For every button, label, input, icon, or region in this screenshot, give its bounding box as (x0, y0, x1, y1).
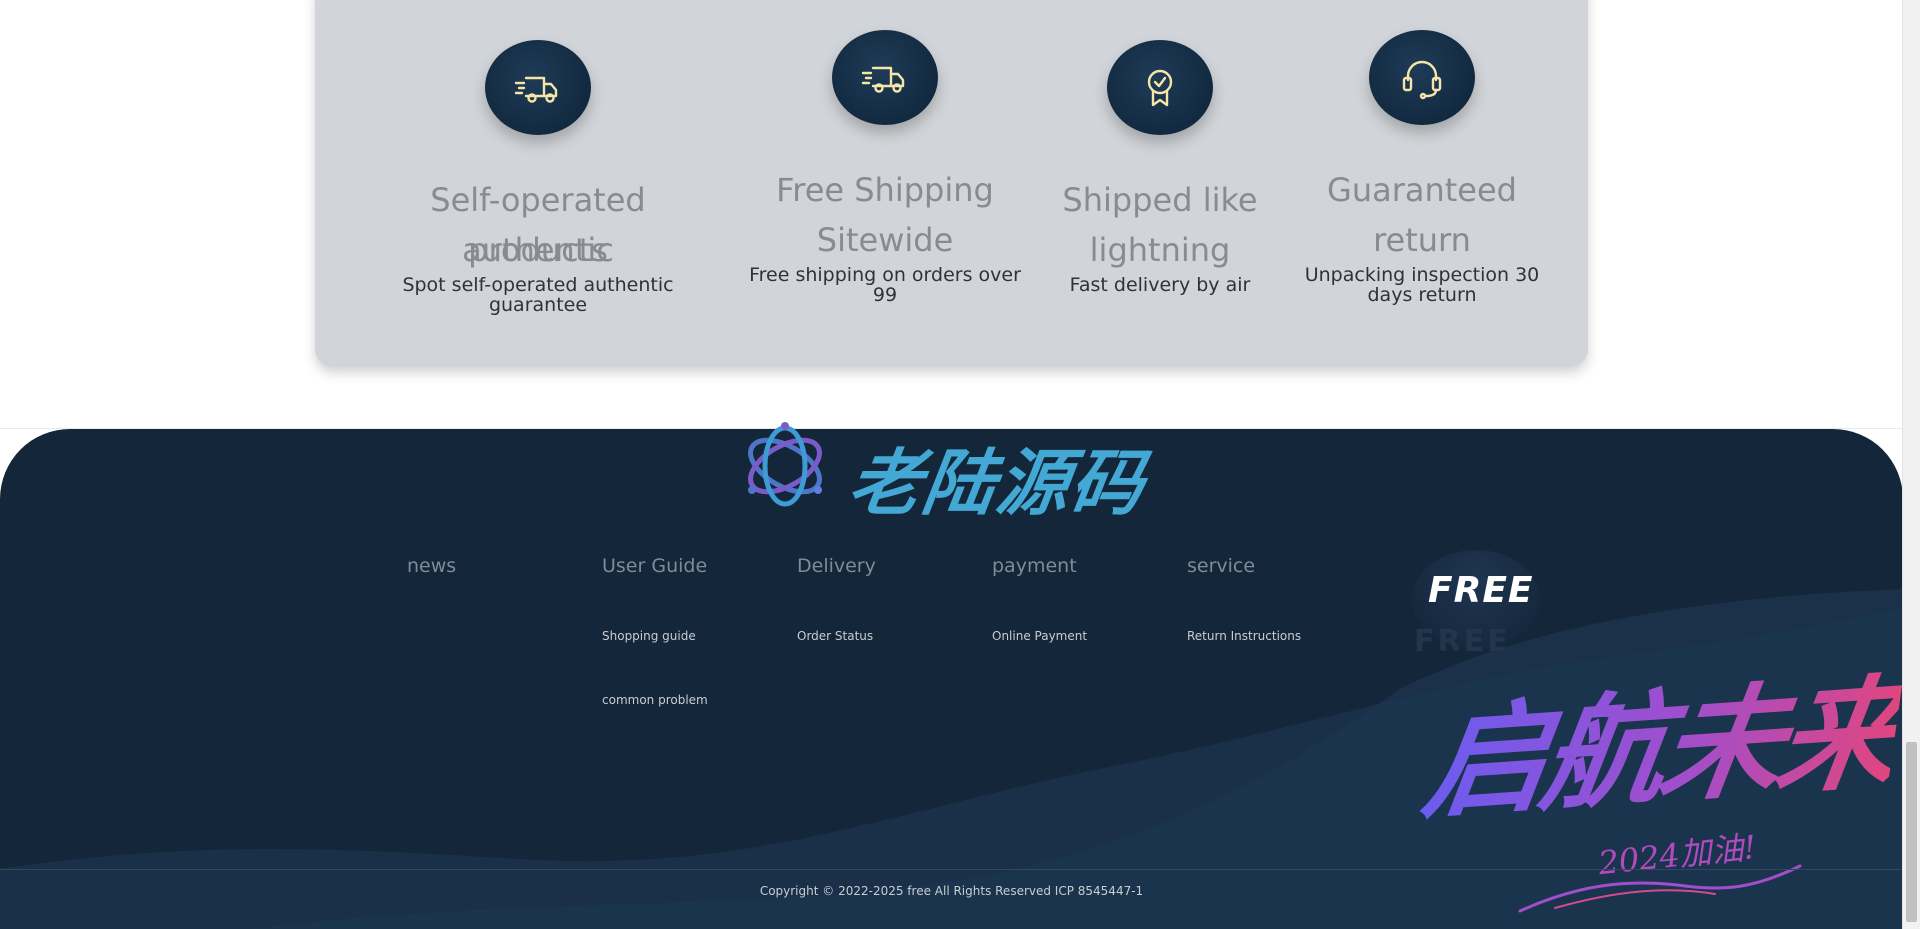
feature-lightning: Shipped like lightning Fast delivery by … (1050, 0, 1270, 360)
feature-title: Free Shipping (776, 171, 994, 209)
feature-desc: Spot self-operated authentic guarantee (402, 274, 674, 316)
headset-icon (1402, 60, 1442, 99)
brand-atom-logo-icon (748, 422, 822, 507)
footer-column-title[interactable]: news (407, 555, 456, 577)
feature-icon-circle (1369, 30, 1475, 125)
feature-icon-circle (485, 40, 591, 135)
scrollbar-thumb[interactable] (1906, 742, 1917, 922)
truck-icon (514, 76, 558, 103)
feature-desc: Free shipping on orders over (749, 264, 1021, 286)
feature-title: Guaranteed (1327, 171, 1517, 209)
free-badge-text: FREE (1428, 570, 1534, 611)
feature-desc-line2: days return (1367, 284, 1477, 306)
feature-title-line2: return (1373, 221, 1471, 259)
footer-divider (0, 869, 1903, 870)
feature-icon-circle (1107, 40, 1213, 135)
brand-name[interactable]: 老陆源码 (843, 424, 1154, 529)
page-scrollbar[interactable] (1902, 0, 1920, 929)
footer-link-common-problem[interactable]: common problem (602, 693, 708, 707)
feature-authentic: Self-operated authentic products Spot se… (363, 0, 713, 360)
feature-title-line2: Sitewide (816, 221, 954, 259)
feature-desc: Unpacking inspection 30 (1304, 264, 1540, 286)
footer-link-shopping-guide[interactable]: Shopping guide (602, 629, 696, 643)
footer-column-title[interactable]: User Guide (602, 555, 707, 577)
features-card: Self-operated authentic products Spot se… (315, 0, 1588, 367)
footer-link-online-payment[interactable]: Online Payment (992, 629, 1087, 643)
feature-free-shipping: Free Shipping Sitewide Free shipping on … (735, 0, 1035, 360)
feature-guaranteed-return: Guaranteed return Unpacking inspection 3… (1297, 0, 1547, 360)
footer-column-title[interactable]: Delivery (797, 555, 876, 577)
feature-desc: Fast delivery by air (1069, 274, 1251, 296)
feature-title-line2: lightning (1089, 231, 1231, 269)
feature-icon-circle (832, 30, 938, 125)
feature-title: Shipped like (1062, 181, 1258, 219)
free-badge-reflection: FREE (1414, 624, 1511, 659)
feature-desc-line2: 99 (872, 284, 898, 306)
footer-link-return-instructions[interactable]: Return Instructions (1187, 629, 1301, 643)
feature-title-line2: products (468, 231, 608, 269)
truck-icon (861, 66, 905, 93)
slogan-calligraphy: 启航未来 (1415, 634, 1910, 843)
footer-column-title[interactable]: payment (992, 555, 1077, 577)
footer-column-title[interactable]: service (1187, 555, 1255, 577)
footer-link-order-status[interactable]: Order Status (797, 629, 873, 643)
badge-check-icon (1147, 69, 1173, 106)
copyright-text: Copyright © 2022-2025 free All Rights Re… (759, 884, 1144, 898)
